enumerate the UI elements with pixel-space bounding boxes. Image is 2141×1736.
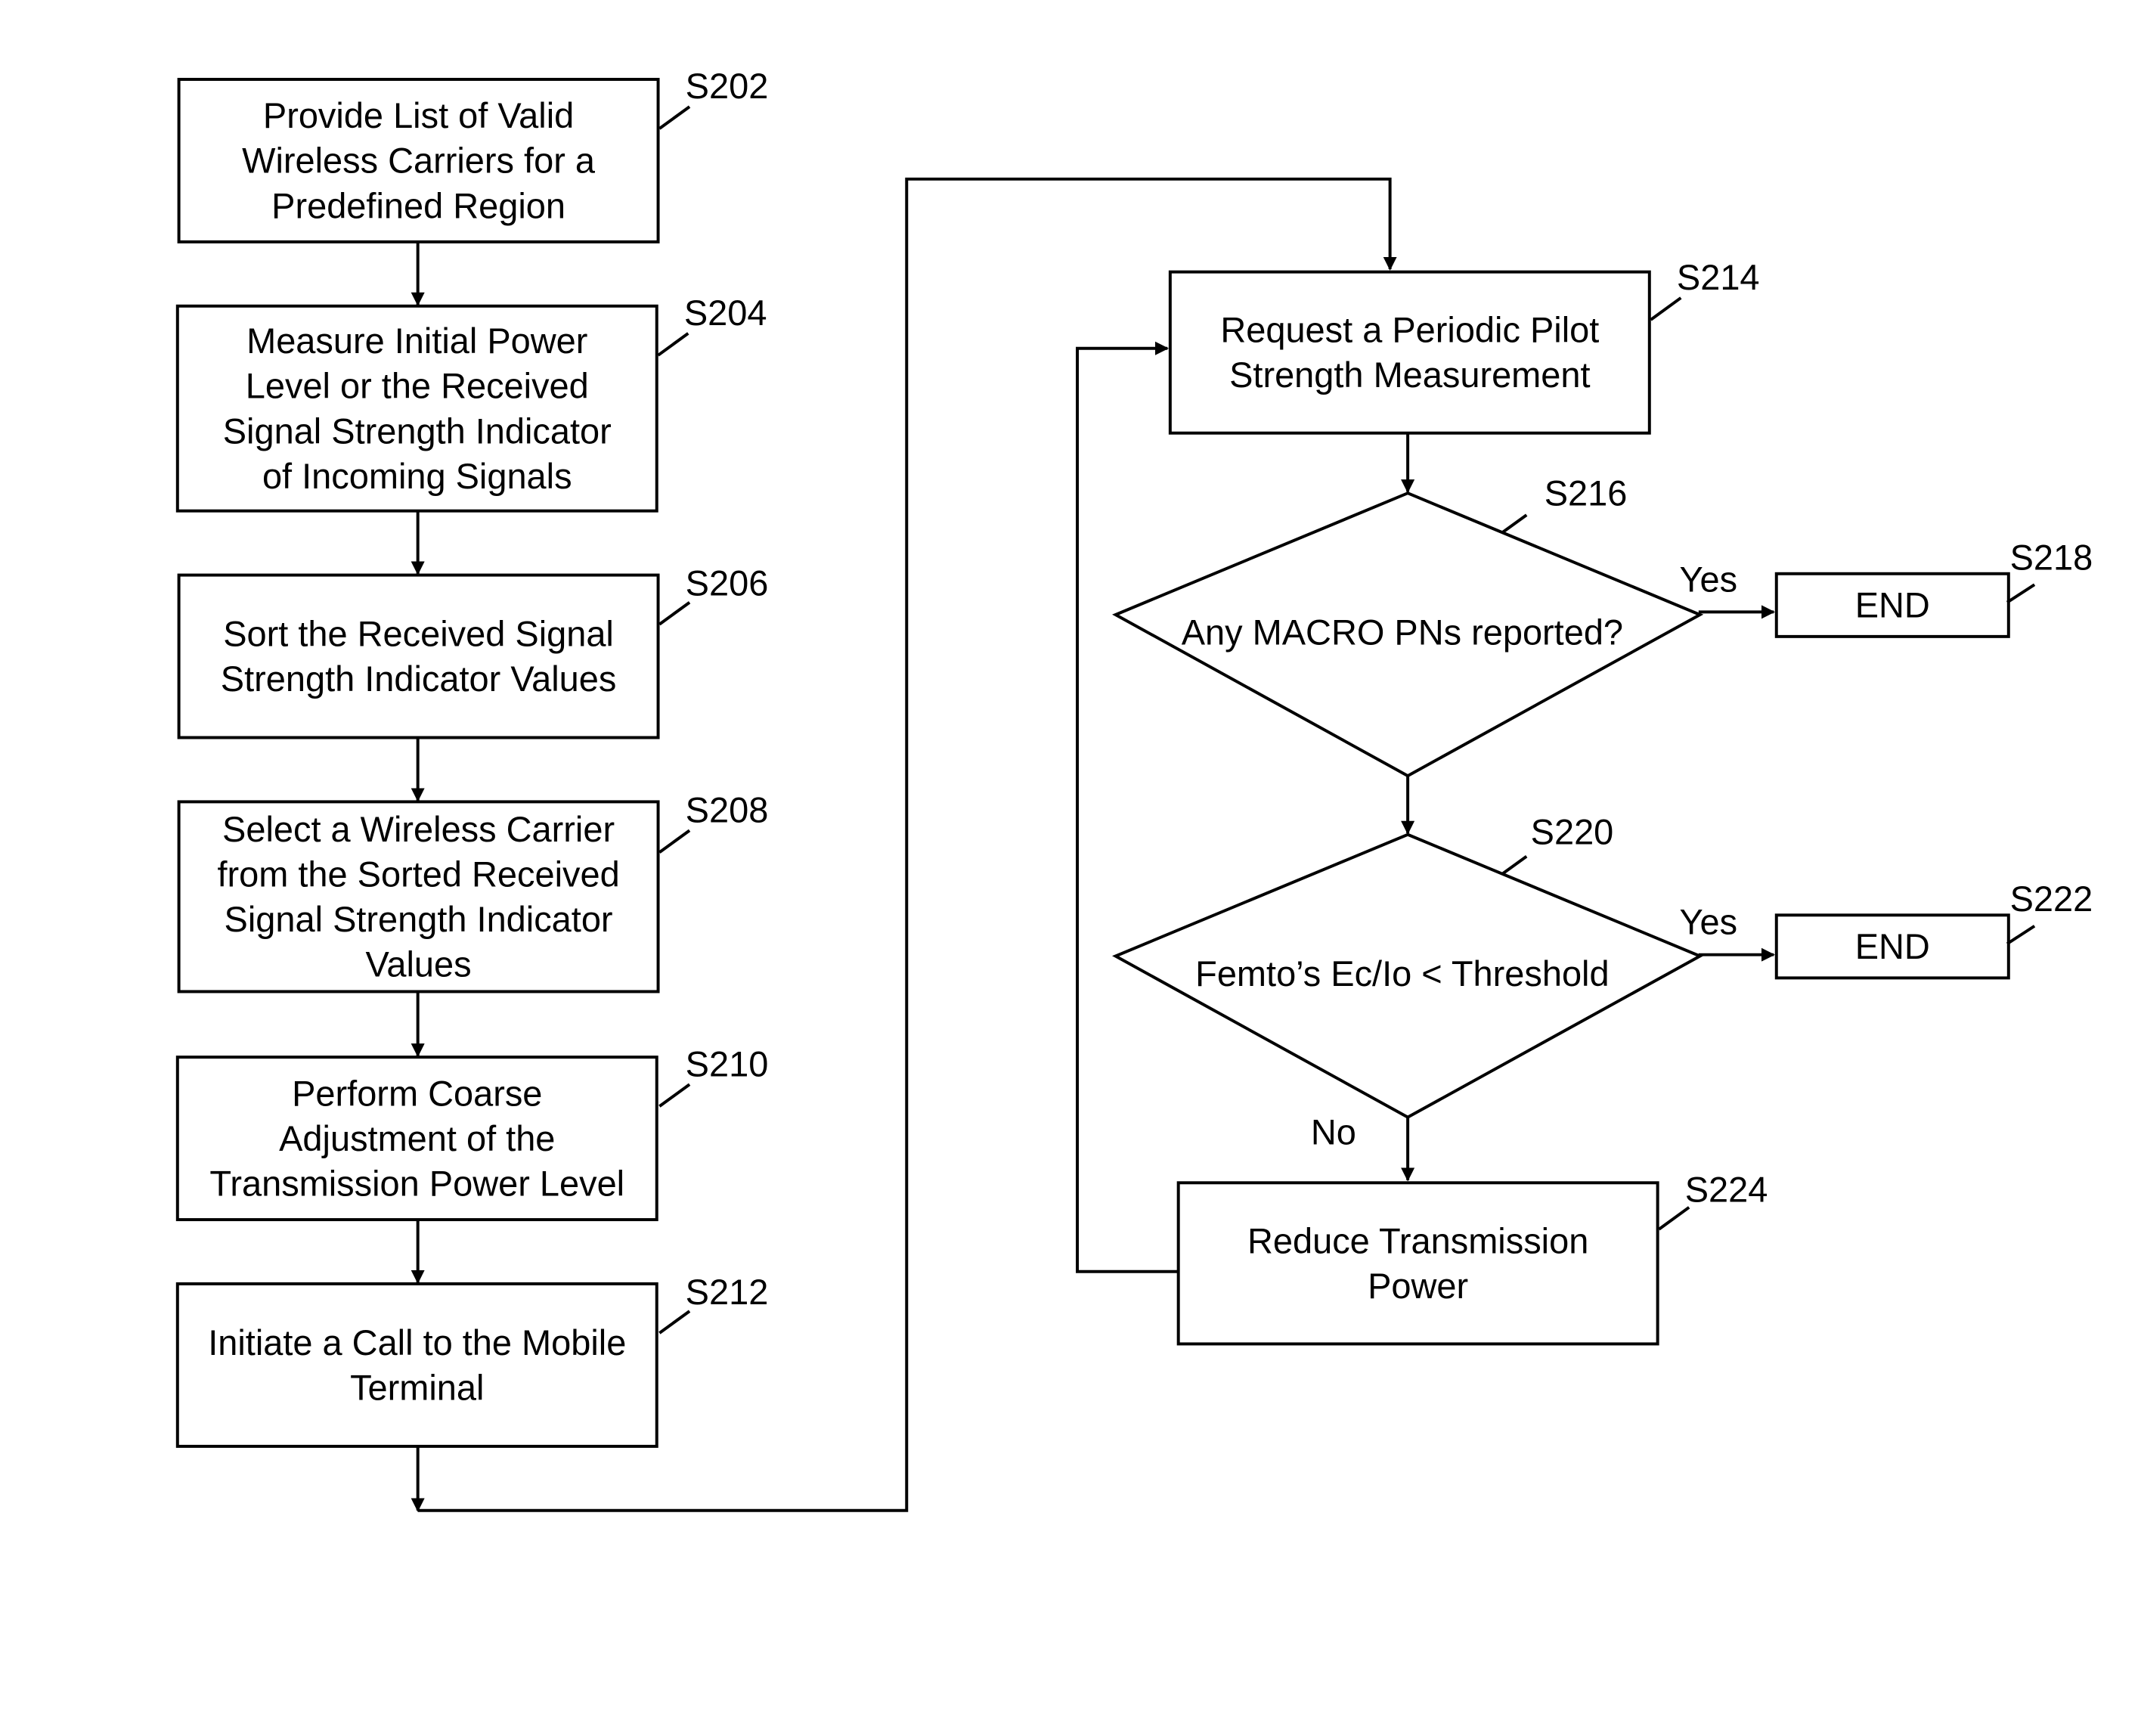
leader-line	[1650, 296, 1682, 321]
process-box-s214	[1168, 270, 1651, 435]
step-text-s206: Strength Indicator Values	[221, 659, 617, 699]
step-ref-s204: S204	[684, 293, 767, 333]
step-ref-s208: S208	[686, 789, 769, 829]
step-text-s218: END	[1855, 585, 1930, 625]
process-box-s212	[175, 1282, 658, 1448]
step-text-s208: Values	[366, 944, 472, 984]
step-text-s214: Request a Periodic Pilot	[1220, 310, 1599, 350]
step-text-s202: Predefined Region	[271, 185, 565, 225]
leader-line	[2006, 925, 2036, 945]
step-ref-s214: S214	[1677, 257, 1760, 297]
loop-back-arrow	[1076, 341, 1179, 1273]
step-text-s210: Adjustment of the	[279, 1118, 555, 1158]
step-text-s222: END	[1855, 926, 1930, 966]
step-text-s204: Measure Initial Power	[246, 321, 587, 361]
step-text-s208: from the Sorted Received	[217, 854, 619, 894]
leader-line	[1501, 855, 1528, 876]
leader-line	[658, 1083, 691, 1108]
step-text-s210: Perform Coarse	[292, 1073, 542, 1113]
step-text-s208: Signal Strength Indicator	[225, 899, 613, 939]
step-text-s208: Select a Wireless Carrier	[222, 809, 615, 849]
edge-label-yes: Yes	[1680, 902, 1738, 942]
step-text-s224: Reduce Transmission	[1247, 1220, 1588, 1260]
step-ref-s212: S212	[686, 1272, 769, 1312]
step-text-s212: Terminal	[350, 1367, 484, 1407]
leader-line	[658, 829, 691, 854]
step-text-s212: Initiate a Call to the Mobile	[208, 1322, 626, 1362]
step-ref-s220: S220	[1531, 811, 1614, 851]
leader-line	[658, 105, 691, 130]
leader-line	[657, 332, 689, 357]
leader-line	[658, 601, 691, 626]
leader-line	[658, 1310, 691, 1335]
edge-label-yes: Yes	[1680, 559, 1738, 599]
step-text-s224: Power	[1368, 1266, 1468, 1306]
step-text-s202: Provide List of Valid	[263, 95, 574, 135]
step-text-s210: Transmission Power Level	[209, 1163, 624, 1203]
leader-line	[1658, 1206, 1690, 1231]
step-ref-s216: S216	[1545, 473, 1628, 513]
step-text-s220: Femto’s Ec/Io < Threshold	[1195, 953, 1609, 994]
step-ref-s218: S218	[2010, 537, 2093, 577]
step-text-s204: Signal Strength Indicator	[223, 411, 612, 451]
edge-label-no: No	[1311, 1112, 1356, 1152]
step-ref-s222: S222	[2010, 879, 2093, 919]
step-text-s204: Level or the Received	[246, 366, 589, 406]
step-ref-s202: S202	[686, 66, 769, 106]
step-text-s202: Wireless Carriers for a	[242, 141, 596, 181]
flowchart: Provide List of Valid Wireless Carriers f…	[175, 66, 2093, 1512]
leader-line	[1501, 513, 1528, 535]
step-text-s216: Any MACRO PNs reported?	[1182, 612, 1623, 653]
leader-line	[2006, 583, 2036, 604]
step-text-s214: Strength Measurement	[1229, 355, 1590, 395]
step-ref-s210: S210	[686, 1043, 769, 1083]
step-ref-s224: S224	[1685, 1170, 1768, 1210]
step-ref-s206: S206	[686, 563, 769, 603]
process-box-s224	[1176, 1181, 1659, 1346]
process-box-s206	[177, 573, 660, 739]
step-text-s206: Sort the Received Signal	[223, 614, 614, 654]
step-text-s204: of Incoming Signals	[262, 456, 572, 496]
